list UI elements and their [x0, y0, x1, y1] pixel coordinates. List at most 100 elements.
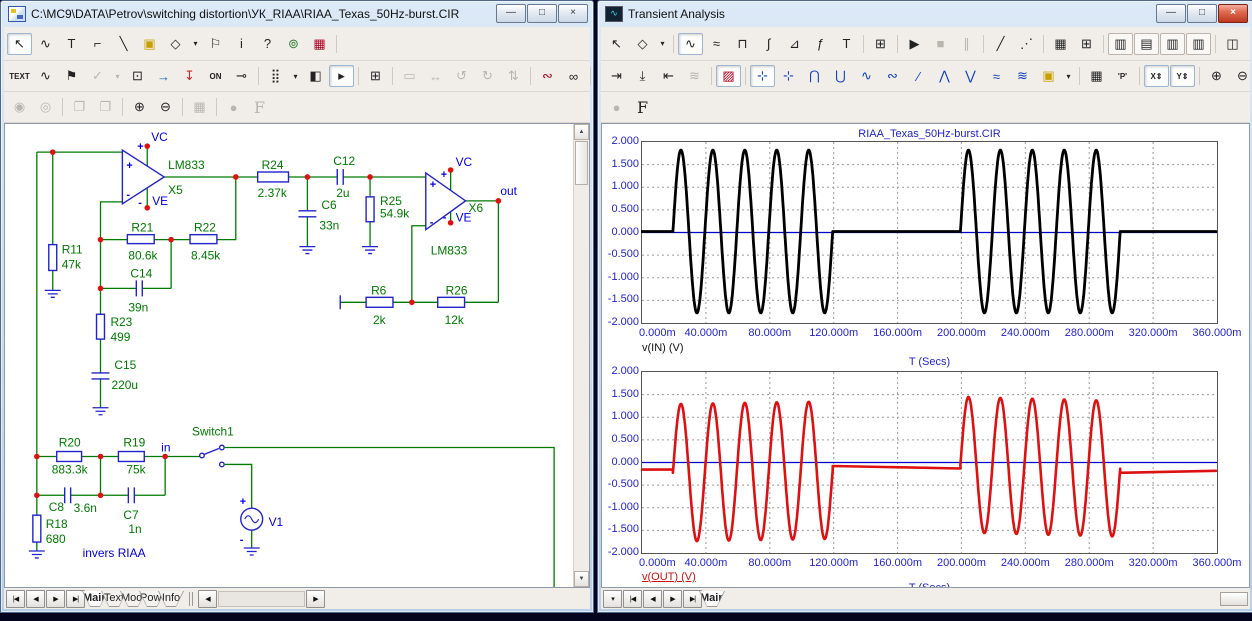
measure-horizontal-button[interactable]: ⊓	[730, 33, 755, 55]
maximize-button[interactable]: □	[527, 4, 557, 23]
pattern-right-button[interactable]: ▥	[1186, 33, 1211, 55]
condition-display-button[interactable]: ON	[203, 65, 228, 87]
last-page-button[interactable]: ▶|	[683, 590, 702, 608]
go-to-global-high-button[interactable]: ⋀	[932, 65, 957, 87]
vertical-cursor-button[interactable]: ⊹	[776, 65, 801, 87]
plot-frame[interactable]	[641, 141, 1218, 324]
resistor-r18[interactable]	[33, 515, 41, 542]
capacitor-c14[interactable]	[136, 280, 142, 296]
digital-path-button[interactable]: ▦	[307, 33, 332, 55]
maximize-button[interactable]: □	[1187, 4, 1217, 23]
scroll-track[interactable]	[574, 186, 589, 571]
analysis-canvas[interactable]: RIAA_Texas_50Hz-burst.CIR2.0001.5001.000…	[601, 123, 1250, 588]
measure-vertical-button[interactable]: ∫	[756, 33, 781, 55]
tab-main[interactable]: Main	[699, 591, 725, 607]
schematic-window-titlebar[interactable]: C:\MC9\DATA\Petrov\switching distortion\…	[1, 1, 593, 26]
go-to-low-button[interactable]: ∾	[880, 65, 905, 87]
resistor-r23[interactable]	[97, 314, 105, 339]
select-mode-button[interactable]: ↖	[604, 33, 629, 55]
font-tool-button[interactable]: F	[630, 96, 655, 118]
resistor-r6[interactable]	[366, 297, 393, 307]
first-page-button[interactable]: |◀	[623, 590, 642, 608]
x-scale-button[interactable]: X⇕	[1144, 65, 1169, 87]
shape-dropdown-button[interactable]: ▾	[189, 33, 202, 55]
grid-display-button[interactable]: ⣿	[263, 65, 288, 87]
schematic-window[interactable]: C:\MC9\DATA\Petrov\switching distortion\…	[0, 0, 594, 613]
power-display-button[interactable]: ↧	[177, 65, 202, 87]
next-simulation-point-button[interactable]: ⇥	[604, 65, 629, 87]
browse-web-button[interactable]: ⊚	[281, 33, 306, 55]
data-point-grid-button[interactable]: ▦	[1048, 33, 1073, 55]
grid-dropdown-button[interactable]: ▾	[289, 65, 302, 87]
graphics-mode-button[interactable]: ◇	[630, 33, 655, 55]
flag-mode-button[interactable]: ⚐	[203, 33, 228, 55]
find-button[interactable]: ∞	[561, 65, 586, 87]
pattern-vertical-button[interactable]: ▥	[1108, 33, 1133, 55]
next-intersection-button[interactable]: ⤓	[630, 65, 655, 87]
node-number-display-button[interactable]: ⊡	[125, 65, 150, 87]
go-to-top-button[interactable]: ≈	[984, 65, 1009, 87]
schematic-vertical-scrollbar[interactable]: ▲ ▼	[573, 124, 589, 587]
horizontal-cursor-button[interactable]: ⊹	[750, 65, 775, 87]
grid-panel-button[interactable]: ⊞	[1074, 33, 1099, 55]
go-to-global-low-button[interactable]: ⋁	[958, 65, 983, 87]
schematic-drawing[interactable]: LM833 X5 R11 47k R21 80.6k R22 8.45k C14…	[5, 124, 573, 588]
resistor-r19[interactable]	[118, 452, 144, 462]
resistor-r24[interactable]	[258, 172, 289, 182]
next-page-button[interactable]: ▶	[46, 590, 65, 608]
plot-dropdown-button[interactable]: ▾	[603, 590, 622, 608]
ortho-wire-mode-button[interactable]: ⌐	[85, 33, 110, 55]
scroll-thumb[interactable]	[575, 141, 588, 185]
zoom-in-button[interactable]: ⊕	[1204, 65, 1229, 87]
pin-display-button[interactable]: ⊸	[229, 65, 254, 87]
go-to-peak-button[interactable]: ⋂	[802, 65, 827, 87]
hscroll-right-button[interactable]: ▶	[306, 590, 325, 608]
tab-info[interactable]: Info	[158, 591, 184, 607]
source-v1[interactable]	[241, 508, 263, 530]
capacitor-c15[interactable]	[92, 373, 110, 379]
resistor-r26[interactable]	[438, 297, 465, 307]
zoom-in-button[interactable]: ⊕	[127, 96, 152, 118]
tag-function-button[interactable]: ƒ	[808, 33, 833, 55]
close-button[interactable]: ×	[558, 4, 588, 23]
minimize-button[interactable]: —	[496, 4, 526, 23]
hscroll-track[interactable]	[218, 591, 305, 607]
hscroll-thumb[interactable]	[1220, 592, 1248, 606]
help-mode-button[interactable]: ?	[255, 33, 280, 55]
select-tool-button[interactable]: ↖	[7, 33, 32, 55]
text-display-button[interactable]: TEXT	[7, 65, 32, 87]
run-button[interactable]: ▶	[902, 33, 927, 55]
tag-value-button[interactable]: ⊿	[782, 33, 807, 55]
scroll-up-button[interactable]: ▲	[574, 124, 589, 140]
pin-connection-display-button[interactable]: ⚑	[59, 65, 84, 87]
wire-mode-button[interactable]: ∿	[33, 33, 58, 55]
current-display-button[interactable]: →	[151, 65, 176, 87]
pattern-horizontal-button[interactable]: ▤	[1134, 33, 1159, 55]
go-to-performance-button[interactable]: 'P'	[1110, 65, 1135, 87]
line-mode-button[interactable]: ╲	[111, 33, 136, 55]
data-points-toggle-button[interactable]: ▨	[716, 65, 741, 87]
slope-tool-button[interactable]: ⤢	[1246, 33, 1252, 55]
resistor-r22[interactable]	[190, 235, 217, 244]
component-mode-button[interactable]: ▣	[137, 33, 162, 55]
hscroll-left-button[interactable]: ◀	[198, 590, 217, 608]
resistor-r20[interactable]	[57, 452, 82, 462]
minimize-button[interactable]: —	[1156, 4, 1186, 23]
go-to-inflection-button[interactable]: ∕	[906, 65, 931, 87]
prev-page-button[interactable]: ◀	[643, 590, 662, 608]
zoom-out-button[interactable]: ⊖	[1230, 65, 1252, 87]
text-mode-button[interactable]: T	[834, 33, 859, 55]
capacitor-c6[interactable]	[298, 211, 316, 217]
go-to-valley-button[interactable]: ⋃	[828, 65, 853, 87]
plot-frame[interactable]	[641, 371, 1218, 554]
prev-page-button[interactable]: ◀	[26, 590, 45, 608]
polyline-tool-button[interactable]: ⋰	[1014, 33, 1039, 55]
capacitor-c7[interactable]	[128, 487, 134, 503]
analysis-window-titlebar[interactable]: ∿ Transient Analysis —□×	[598, 1, 1252, 26]
go-to-bottom-button[interactable]: ≋	[1010, 65, 1035, 87]
properties-button[interactable]: ⊞	[363, 65, 388, 87]
pick-cursor-button[interactable]: ▸	[329, 65, 354, 87]
graphics-dropdown-button[interactable]: ▾	[656, 33, 669, 55]
split-window-button[interactable]: ◧	[303, 65, 328, 87]
split-panes-button[interactable]: ◫	[1220, 33, 1245, 55]
